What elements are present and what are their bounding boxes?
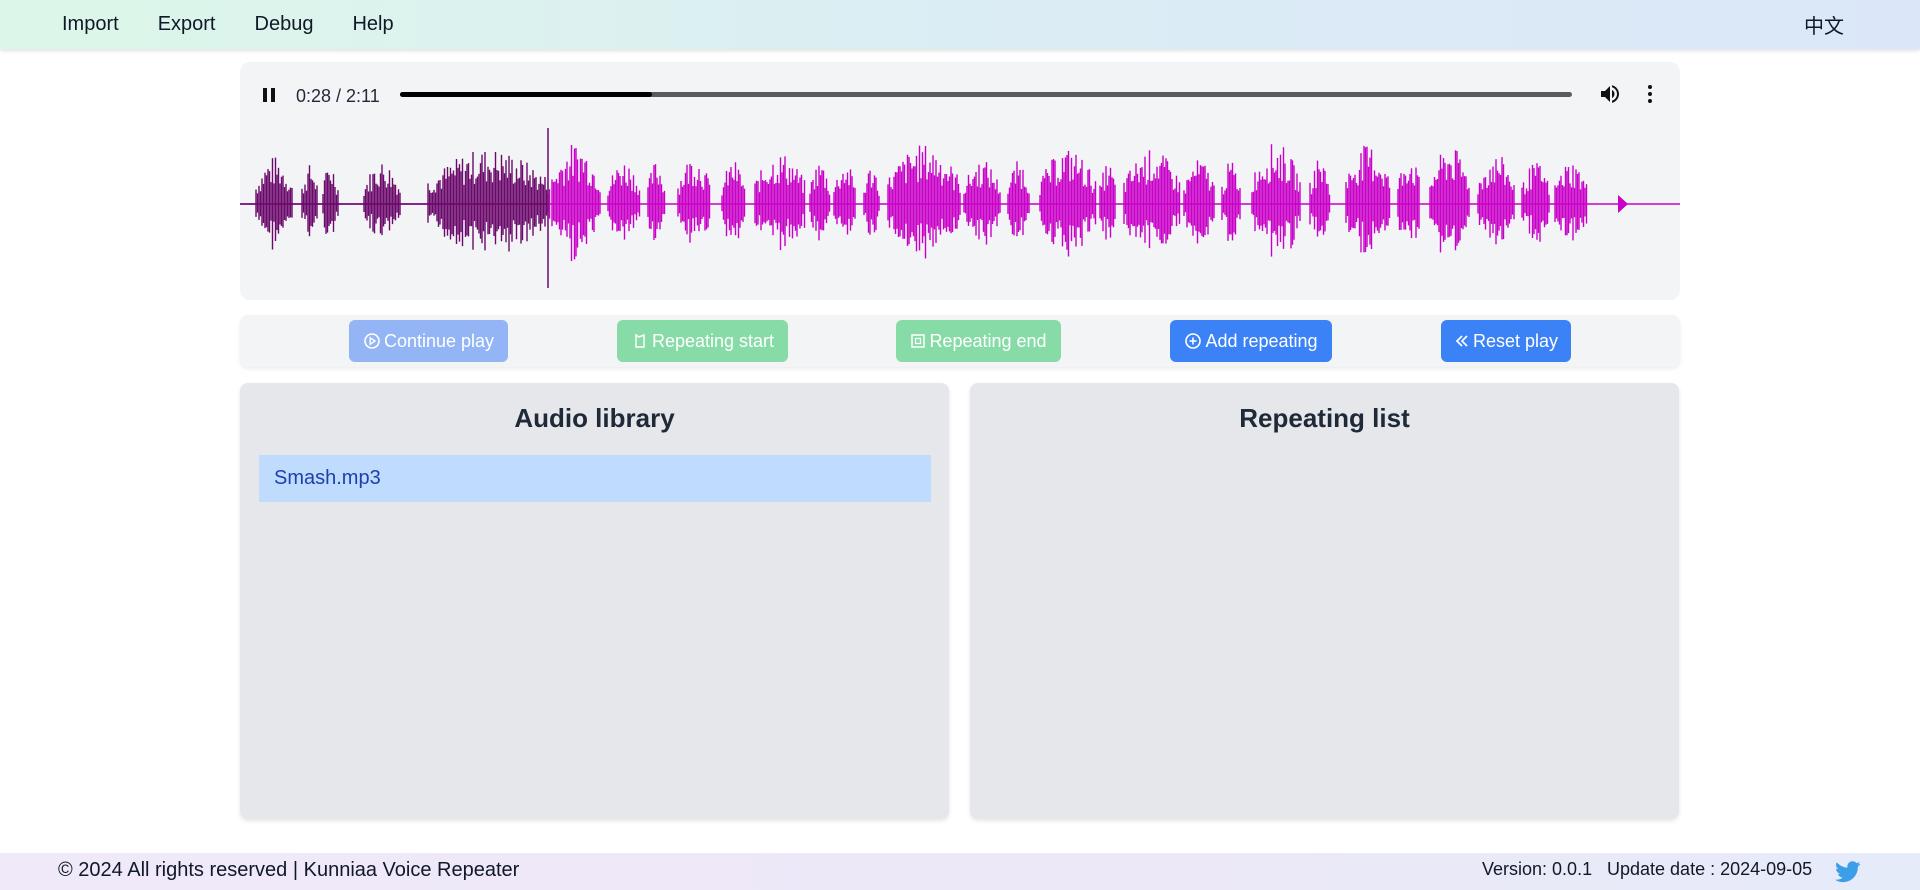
library-item-name: Smash.mp3 (274, 467, 381, 489)
volume-icon[interactable] (1598, 82, 1622, 106)
update-date-text: Update date : 2024-09-05 (1607, 859, 1813, 879)
chevrons-left-icon (1455, 335, 1468, 347)
play-circle-icon (364, 333, 380, 349)
seek-bar[interactable] (400, 92, 1572, 97)
stop-square-icon (911, 334, 926, 348)
menu-export[interactable]: Export (158, 13, 216, 36)
add-repeating-label: Add repeating (1205, 330, 1318, 351)
language-switch[interactable]: 中文 (1804, 0, 1844, 49)
plus-circle-icon (1185, 333, 1202, 349)
menu-debug[interactable]: Debug (255, 13, 314, 36)
bookmark-start-icon (635, 333, 645, 348)
reset-play-button[interactable]: Reset play (1441, 320, 1571, 362)
reset-play-label: Reset play (1472, 330, 1559, 351)
main-menu: Import Export Debug Help (62, 0, 433, 49)
footer: © 2024 All rights reserved | Kunniaa Voi… (0, 853, 1920, 890)
repeating-end-label: Repeating end (929, 330, 1047, 351)
menu-help[interactable]: Help (352, 13, 393, 36)
repeating-list-title: Repeating list (1239, 403, 1410, 433)
seek-bar-played (400, 92, 652, 97)
repeating-end-button[interactable]: Repeating end (896, 320, 1061, 362)
twitter-icon[interactable] (1835, 861, 1861, 883)
audio-player-card: 0:28 / 2:11 (240, 62, 1680, 300)
repeating-start-label: Repeating start (651, 330, 775, 351)
repeating-list-panel: Repeating list (970, 383, 1679, 819)
repeat-controls-bar: Continue play Repeating start Repeating … (240, 315, 1680, 367)
repeating-start-button[interactable]: Repeating start (617, 320, 788, 362)
continue-play-button[interactable]: Continue play (349, 320, 508, 362)
continue-play-label: Continue play (383, 330, 495, 351)
audio-library-panel: Audio library Smash.mp3 (240, 383, 949, 819)
more-vertical-icon[interactable] (1638, 82, 1662, 106)
library-item[interactable]: Smash.mp3 (259, 455, 931, 502)
top-navbar: Import Export Debug Help 中文 (0, 0, 1920, 49)
add-repeating-button[interactable]: Add repeating (1170, 320, 1332, 362)
audio-library-title: Audio library (514, 403, 675, 433)
audio-controls-bar: 0:28 / 2:11 (240, 62, 1680, 128)
copyright-text: © 2024 All rights reserved | Kunniaa Voi… (58, 859, 520, 881)
pause-icon[interactable] (261, 86, 277, 104)
waveform[interactable] (240, 128, 1680, 288)
version-text: Version: 0.0.1 (1482, 859, 1593, 879)
menu-import[interactable]: Import (62, 13, 119, 36)
time-display: 0:28 / 2:11 (296, 86, 380, 106)
